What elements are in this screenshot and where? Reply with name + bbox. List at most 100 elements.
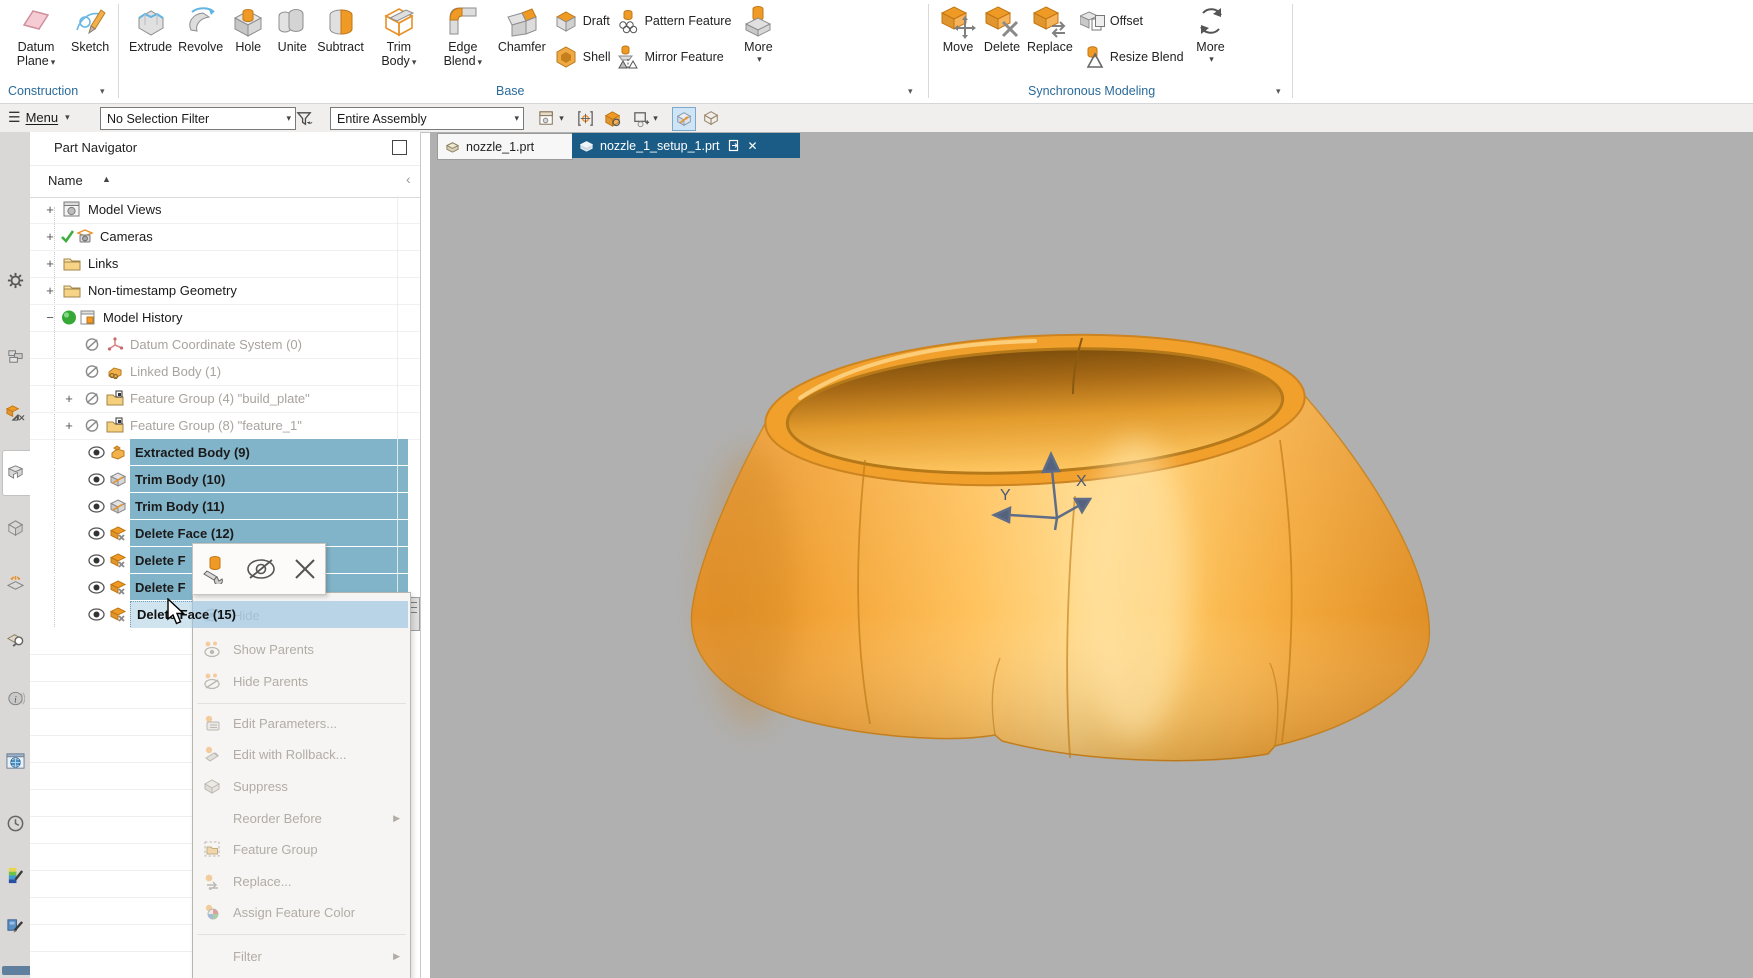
menu-item-edit-parameters[interactable]: Edit Parameters... [193, 709, 410, 739]
selection-filter-funnel-icon[interactable] [293, 107, 315, 129]
sync-launcher-arrow[interactable]: ▾ [1276, 86, 1281, 97]
visible-eye-icon[interactable] [88, 608, 105, 621]
web-browser-icon[interactable] [4, 750, 26, 772]
menu-item-reorder-before[interactable]: Reorder Before ▶ [193, 804, 410, 834]
expand-icon[interactable]: + [64, 418, 74, 433]
assembly-navigator-icon[interactable] [4, 345, 26, 367]
move-button[interactable]: Move [936, 0, 980, 54]
hide-button[interactable] [245, 557, 277, 581]
tree-row-cameras[interactable]: + Cameras [30, 223, 420, 251]
delete-face-button[interactable]: Delete [980, 0, 1024, 54]
tree-row-links[interactable]: + Links [30, 250, 420, 278]
expand-icon[interactable]: + [64, 391, 74, 406]
tab-nozzle-1[interactable]: nozzle_1.prt [437, 133, 573, 160]
visible-eye-icon[interactable] [88, 500, 105, 513]
tab-nozzle-1-setup-1-active[interactable]: nozzle_1_setup_1.prt ✕ [572, 133, 800, 158]
snap-point-button[interactable] [574, 107, 596, 129]
constraint-navigator-icon[interactable] [4, 402, 26, 424]
menu-button[interactable]: ☰ Menu ▾ [8, 109, 70, 126]
menu-item-edit-with-rollback[interactable]: Edit with Rollback... [193, 740, 410, 770]
wireframe-view-button[interactable] [700, 107, 722, 129]
hd3d-tools-icon[interactable] [4, 572, 26, 594]
offset-region-button[interactable]: Offset [1076, 3, 1184, 39]
base-more-button[interactable]: More ▾ [731, 0, 785, 65]
tree-row-linked-body[interactable]: Linked Body (1) [30, 358, 420, 386]
menu-item-replace[interactable]: Replace... [193, 867, 410, 897]
unite-button[interactable]: Unite [270, 0, 314, 54]
column-scroll-chevron-icon[interactable]: ‹ [406, 171, 411, 187]
close-tab-icon[interactable]: ✕ [748, 139, 758, 153]
subtract-button[interactable]: Subtract [314, 0, 367, 54]
hidden-eye-icon[interactable] [84, 338, 101, 351]
extrude-button[interactable]: Extrude [126, 0, 175, 54]
expand-icon[interactable]: + [45, 256, 55, 271]
tree-row-model-views[interactable]: + Model Views [30, 196, 420, 224]
tree-row-feature-group-feature-1[interactable]: + Feature Group (8) "feature_1" [30, 412, 420, 440]
tree-row-non-timestamp-geometry[interactable]: + Non-timestamp Geometry [30, 277, 420, 305]
shaded-view-toggle[interactable] [672, 107, 696, 131]
tree-row-trim-body-10[interactable]: Trim Body (10) [30, 466, 420, 494]
selection-filter-dropdown[interactable]: No Selection Filter ▾ [100, 107, 296, 130]
delete-face-icon [109, 579, 127, 596]
menu-item-filter[interactable]: Filter ▶ [193, 942, 410, 972]
edit-parameters-button[interactable] [200, 554, 230, 584]
collapse-icon[interactable]: − [45, 310, 55, 325]
revolve-button[interactable]: Revolve [175, 0, 226, 54]
expand-icon[interactable]: + [45, 229, 55, 244]
mirror-feature-button[interactable]: Mirror Feature [611, 39, 732, 75]
tree-row-extracted-body[interactable]: Extracted Body (9) [30, 439, 420, 467]
menu-item-show-parents[interactable]: Show Parents [193, 635, 410, 665]
sort-ascending-icon[interactable]: ▲ [102, 174, 111, 184]
tree-row-trim-body-11[interactable]: Trim Body (11) [30, 493, 420, 521]
menu-item-hide-parents[interactable]: Hide Parents [193, 667, 410, 697]
graphics-window[interactable]: nozzle_1.prt nozzle_1_setup_1.prt ✕ [430, 132, 1753, 978]
delete-button[interactable] [292, 556, 318, 582]
expand-icon[interactable]: + [45, 202, 55, 217]
tree-row-model-history[interactable]: − Model History [30, 304, 420, 332]
menu-item-suppress[interactable]: Suppress [193, 772, 410, 802]
datum-plane-button[interactable]: Datum Plane▾ [4, 0, 68, 69]
resize-blend-button[interactable]: Resize Blend [1076, 39, 1184, 75]
name-column-header[interactable]: Name ▲ ‹ [30, 165, 420, 198]
hidden-eye-icon[interactable] [84, 419, 101, 432]
chamfer-button[interactable]: Chamfer [495, 0, 549, 54]
edge-blend-button[interactable]: Edge Blend▾ [431, 0, 495, 69]
info-icon[interactable]: i [4, 687, 26, 709]
sync-more-button[interactable]: More ▾ [1184, 0, 1238, 65]
menu-item-feature-group[interactable]: Feature Group [193, 835, 410, 865]
hidden-eye-icon[interactable] [84, 392, 101, 405]
visible-eye-icon[interactable] [88, 581, 105, 594]
visible-eye-icon[interactable] [88, 473, 105, 486]
shell-button[interactable]: Shell [549, 39, 611, 75]
expand-icon[interactable]: + [45, 283, 55, 298]
measure-button[interactable]: ▾ [628, 107, 662, 129]
sketch-button[interactable]: Sketch [68, 0, 112, 54]
tree-row-datum-csys[interactable]: Datum Coordinate System (0) [30, 331, 420, 359]
visible-eye-icon[interactable] [88, 554, 105, 567]
process-studio-icon[interactable] [4, 864, 26, 886]
part-navigator-icon[interactable] [4, 461, 26, 483]
base-launcher-arrow[interactable]: ▾ [908, 86, 913, 97]
tree-row-feature-group-build-plate[interactable]: + Feature Group (4) "build_plate" [30, 385, 420, 413]
visible-eye-icon[interactable] [88, 527, 105, 540]
view-layout-button[interactable]: ▾ [534, 107, 568, 129]
visible-eye-icon[interactable] [88, 446, 105, 459]
draft-button[interactable]: Draft [549, 3, 611, 39]
search-icon[interactable] [4, 627, 26, 649]
trim-body-button[interactable]: Trim Body▾ [367, 0, 431, 69]
roles-gear-icon[interactable] [4, 269, 26, 291]
hole-button[interactable]: Hole [226, 0, 270, 54]
reuse-library-icon[interactable] [4, 517, 26, 539]
point-dialog-button[interactable] [601, 107, 623, 129]
replace-face-button[interactable]: Replace [1024, 0, 1076, 54]
manage-views-icon[interactable] [4, 914, 26, 936]
nozzle-model[interactable] [692, 322, 1430, 761]
nozzle-model-canvas[interactable]: Y X [430, 158, 1753, 978]
history-icon[interactable] [4, 812, 26, 834]
pattern-feature-button[interactable]: Pattern Feature [611, 3, 732, 39]
construction-launcher-arrow[interactable]: ▾ [100, 86, 105, 97]
undock-panel-icon[interactable] [392, 140, 407, 155]
hidden-eye-icon[interactable] [84, 365, 101, 378]
work-scope-dropdown[interactable]: Entire Assembly ▾ [330, 107, 524, 130]
menu-item-assign-feature-color[interactable]: Assign Feature Color [193, 898, 410, 928]
